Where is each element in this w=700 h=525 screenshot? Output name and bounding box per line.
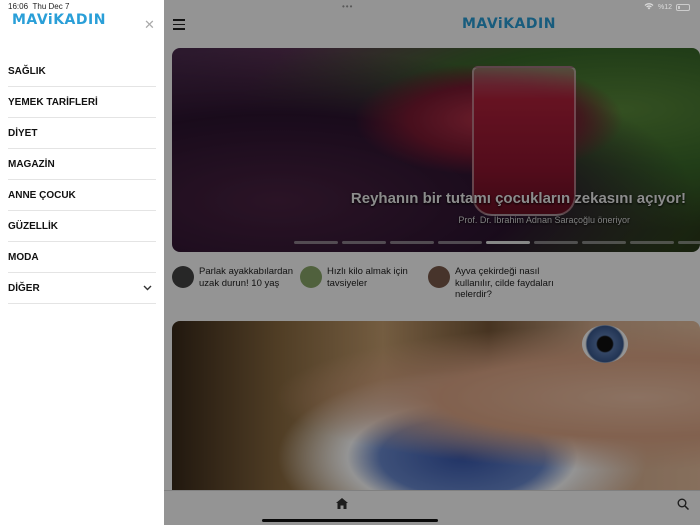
- battery-icon: [676, 3, 690, 11]
- menu-item-label: GÜZELLİK: [8, 220, 58, 232]
- menu-item-guzellik[interactable]: GÜZELLİK: [8, 211, 156, 242]
- menu-item-label: DİYET: [8, 127, 38, 139]
- menu-item-label: MODA: [8, 251, 39, 263]
- menu-item-moda[interactable]: MODA: [8, 242, 156, 273]
- menu-item-yemek-tarifleri[interactable]: YEMEK TARİFLERİ: [8, 87, 156, 118]
- menu-item-anne-cocuk[interactable]: ANNE ÇOCUK: [8, 180, 156, 211]
- menu-item-label: MAGAZİN: [8, 158, 55, 170]
- menu-item-diger[interactable]: DİĞER: [8, 273, 156, 304]
- wifi-icon: [644, 2, 654, 12]
- menu-item-magazin[interactable]: MAGAZİN: [8, 149, 156, 180]
- status-clock: 16:06: [8, 2, 29, 11]
- menu-item-saglik[interactable]: SAĞLIK: [8, 56, 156, 87]
- menu-item-label: YEMEK TARİFLERİ: [8, 96, 98, 108]
- drawer-menu: SAĞLIK YEMEK TARİFLERİ DİYET MAGAZİN ANN…: [8, 56, 156, 304]
- chevron-down-icon[interactable]: [143, 283, 152, 294]
- status-time: 16:06 Thu Dec 7: [8, 2, 69, 11]
- menu-item-label: ANNE ÇOCUK: [8, 189, 76, 201]
- drawer-logo[interactable]: MAViKADIN: [12, 12, 106, 28]
- side-drawer: MAViKADIN ✕ SAĞLIK YEMEK TARİFLERİ DİYET…: [0, 0, 164, 525]
- close-icon[interactable]: ✕: [144, 18, 155, 31]
- drawer-backdrop[interactable]: [164, 0, 700, 525]
- status-date: Thu Dec 7: [32, 2, 70, 11]
- status-indicators: %12: [644, 2, 690, 12]
- menu-item-label: DİĞER: [8, 282, 40, 294]
- menu-item-diyet[interactable]: DİYET: [8, 118, 156, 149]
- battery-percent: %12: [657, 3, 672, 11]
- menu-item-label: SAĞLIK: [8, 65, 46, 77]
